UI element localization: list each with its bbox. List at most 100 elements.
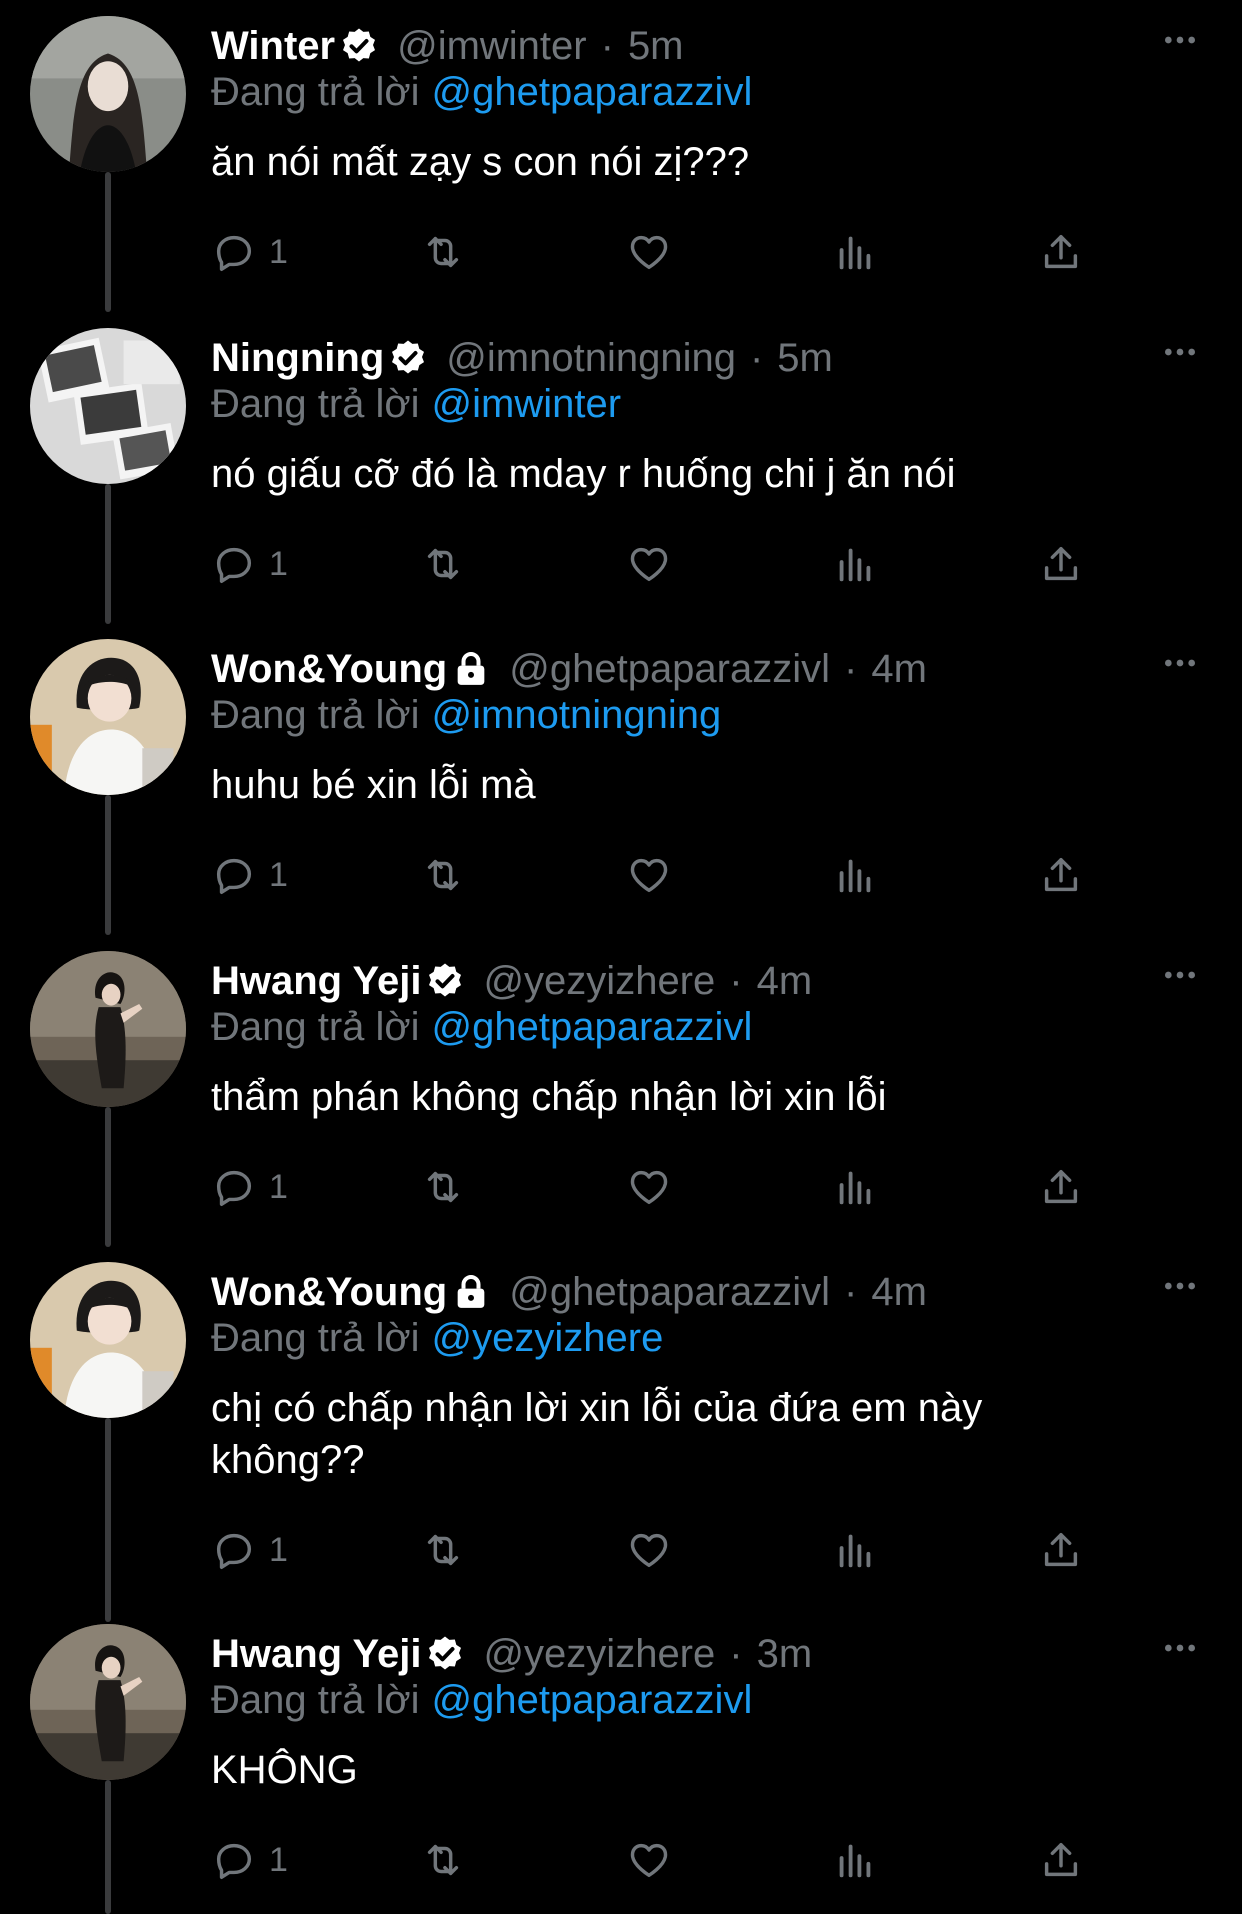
more-icon[interactable] (1160, 1266, 1200, 1306)
reply-icon (216, 547, 252, 583)
timestamp[interactable]: 5m (628, 24, 684, 69)
timestamp[interactable]: 5m (777, 336, 833, 381)
views-button[interactable] (832, 1520, 878, 1580)
replying-to: Đang trả lời @yezyizhere (211, 1316, 663, 1361)
user-handle[interactable]: @yezyizhere (483, 1632, 715, 1677)
display-name[interactable]: Ningning (211, 336, 384, 381)
more-icon[interactable] (1160, 955, 1200, 995)
replying-to: Đang trả lời @ghetpaparazzivl (211, 1005, 752, 1050)
mention-link[interactable]: @yezyizhere (432, 1316, 664, 1360)
replying-label: Đang trả lời (211, 382, 420, 426)
like-button[interactable] (626, 534, 672, 594)
tweet-header: Hwang Yeji @yezyizhere · 3m (211, 1626, 812, 1682)
retweet-button[interactable] (420, 845, 466, 905)
reply-count: 1 (269, 544, 288, 583)
user-handle[interactable]: @imwinter (397, 24, 587, 69)
user-handle[interactable]: @imnotningning (446, 336, 736, 381)
like-button[interactable] (626, 845, 672, 905)
tweet-text: chị có chấp nhận lời xin lỗi của đứa em … (211, 1386, 983, 1482)
share-button[interactable] (1038, 1520, 1084, 1580)
retweet-button[interactable] (420, 1830, 466, 1890)
views-button[interactable] (832, 1830, 878, 1890)
reply-button[interactable]: 1 (211, 222, 288, 282)
tweet-header: Won&Young @ghetpaparazzivl · 4m (211, 641, 927, 697)
views-button[interactable] (832, 534, 878, 594)
tweet-actions: 1 (0, 534, 1242, 594)
like-button[interactable] (626, 1520, 672, 1580)
share-button[interactable] (1038, 845, 1084, 905)
retweet-button[interactable] (420, 1157, 466, 1217)
display-name[interactable]: Hwang Yeji (211, 959, 421, 1004)
user-handle[interactable]: @ghetpaparazzivl (509, 1270, 830, 1315)
reply-button[interactable]: 1 (211, 534, 288, 594)
more-icon[interactable] (1160, 1628, 1200, 1668)
avatar-photo (30, 1262, 186, 1418)
share-button[interactable] (1038, 222, 1084, 282)
retweet-button[interactable] (420, 534, 466, 594)
like-button[interactable] (626, 222, 672, 282)
user-handle[interactable]: @ghetpaparazzivl (509, 647, 830, 692)
timestamp[interactable]: 3m (757, 1632, 813, 1677)
tweet[interactable]: Won&Young @ghetpaparazzivl · 4m Đang trả… (0, 1246, 1242, 1622)
mention-link[interactable]: @imnotningning (432, 693, 722, 737)
avatar[interactable] (30, 16, 186, 172)
mention-link[interactable]: @imwinter (432, 382, 622, 426)
mention-link[interactable]: @ghetpaparazzivl (432, 1678, 753, 1722)
tweet-actions: 1 (0, 1157, 1242, 1217)
user-handle[interactable]: @yezyizhere (483, 959, 715, 1004)
separator-dot: · (749, 335, 764, 380)
retweet-icon (427, 1534, 459, 1566)
separator-dot: · (729, 1631, 743, 1676)
display-name[interactable]: Won&Young (211, 1270, 447, 1315)
reply-button[interactable]: 1 (211, 1520, 288, 1580)
views-icon (839, 1844, 871, 1878)
replying-label: Đang trả lời (211, 693, 420, 737)
views-button[interactable] (832, 222, 878, 282)
display-name[interactable]: Won&Young (211, 647, 447, 692)
tweet[interactable]: Hwang Yeji @yezyizhere · 4m Đang trả lời… (0, 935, 1242, 1247)
more-icon[interactable] (1160, 20, 1200, 60)
tweet-text: ăn nói mất zạy s con nói zị??? (211, 140, 750, 184)
views-button[interactable] (832, 845, 878, 905)
tweet[interactable]: Winter @imwinter · 5m Đang trả lời @ghetp… (0, 0, 1242, 312)
heart-icon (630, 1170, 668, 1205)
avatar[interactable] (30, 1262, 186, 1418)
reply-button[interactable]: 1 (211, 1830, 288, 1890)
more-icon[interactable] (1160, 643, 1200, 683)
retweet-button[interactable] (420, 222, 466, 282)
reply-button[interactable]: 1 (211, 845, 288, 905)
reply-count: 1 (269, 232, 288, 271)
share-icon (1044, 857, 1078, 892)
share-button[interactable] (1038, 1830, 1084, 1890)
heart-icon (630, 1843, 668, 1878)
tweet[interactable]: Won&Young @ghetpaparazzivl · 4m Đang trả… (0, 623, 1242, 935)
avatar[interactable] (30, 1624, 186, 1780)
share-button[interactable] (1038, 534, 1084, 594)
avatar[interactable] (30, 328, 186, 484)
like-button[interactable] (626, 1157, 672, 1217)
reply-count: 1 (269, 1167, 288, 1206)
display-name[interactable]: Hwang Yeji (211, 1632, 421, 1677)
reply-button[interactable]: 1 (211, 1157, 288, 1217)
display-name[interactable]: Winter (211, 24, 335, 69)
views-button[interactable] (832, 1157, 878, 1217)
retweet-button[interactable] (420, 1520, 466, 1580)
replying-label: Đang trả lời (211, 1005, 420, 1049)
mention-link[interactable]: @ghetpaparazzivl (432, 70, 753, 114)
reply-count: 1 (269, 1840, 288, 1879)
mention-link[interactable]: @ghetpaparazzivl (432, 1005, 753, 1049)
reply-count: 1 (269, 855, 288, 894)
avatar[interactable] (30, 639, 186, 795)
tweet[interactable]: Hwang Yeji @yezyizhere · 3m Đang trả lời… (0, 1608, 1242, 1914)
more-icon[interactable] (1160, 332, 1200, 372)
timestamp[interactable]: 4m (871, 647, 927, 692)
timestamp[interactable]: 4m (871, 1270, 927, 1315)
lock-icon (451, 1272, 491, 1312)
reply-icon (216, 1843, 252, 1879)
like-button[interactable] (626, 1830, 672, 1890)
timestamp[interactable]: 4m (757, 959, 813, 1004)
views-icon (839, 859, 871, 893)
share-button[interactable] (1038, 1157, 1084, 1217)
avatar[interactable] (30, 951, 186, 1107)
tweet[interactable]: Ningning @imnotningning · 5m Đang trả lờ… (0, 312, 1242, 624)
